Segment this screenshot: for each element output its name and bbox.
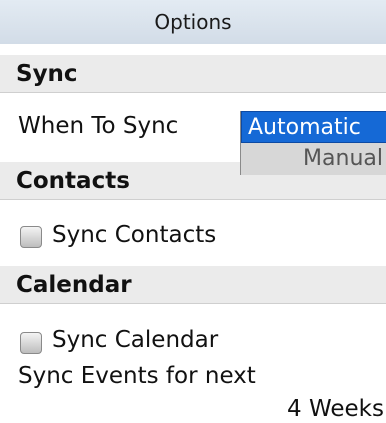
when-to-sync-label: When To Sync — [18, 113, 179, 139]
sync-option-manual[interactable]: Manual — [241, 143, 386, 175]
sync-events-label: Sync Events for next — [18, 363, 256, 389]
sync-option-automatic[interactable]: Automatic — [241, 111, 386, 143]
sync-calendar-label: Sync Calendar — [52, 327, 219, 353]
when-to-sync-dropdown[interactable]: Automatic Manual — [240, 111, 386, 175]
screen-title: Options — [0, 0, 386, 44]
calendar-section-header: Calendar — [0, 266, 386, 304]
sync-contacts-label: Sync Contacts — [52, 222, 217, 248]
sync-calendar-checkbox[interactable] — [20, 332, 42, 354]
sync-contacts-checkbox[interactable] — [20, 226, 42, 248]
sync-section-header: Sync — [0, 55, 386, 93]
sync-events-value[interactable]: 4 Weeks — [287, 396, 384, 422]
